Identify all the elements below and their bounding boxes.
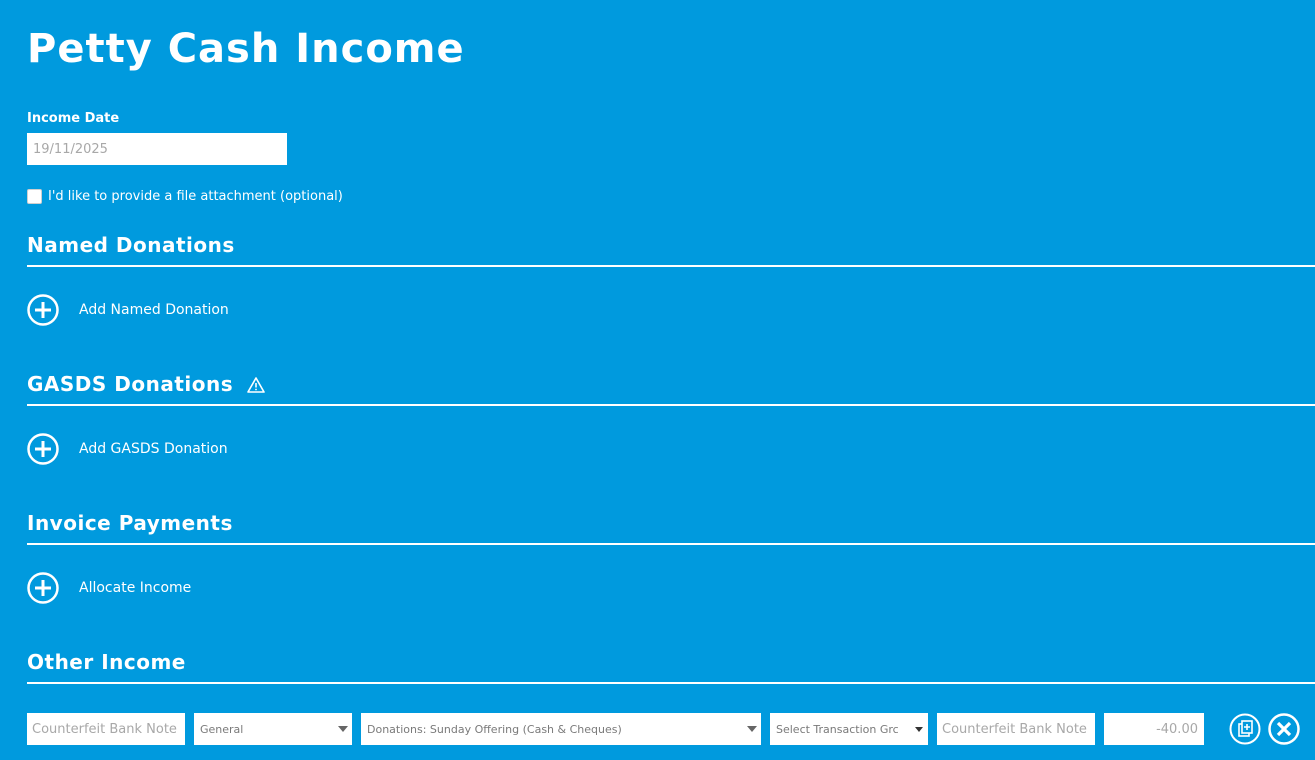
add-gasds-donation-label[interactable]: Add GASDS Donation [79,441,228,457]
section-divider [27,265,1315,267]
section-title-invoice-payments: Invoice Payments [27,511,233,535]
attachment-option[interactable]: I'd like to provide a file attachment (o… [27,187,343,205]
add-named-donation-button[interactable]: Add Named Donation [27,294,229,326]
fund-select[interactable]: General [194,713,352,745]
section-title-other-income: Other Income [27,650,186,674]
allocate-income-button[interactable]: Allocate Income [27,572,191,604]
category-select-value: Donations: Sunday Offering (Cash & Chequ… [367,722,622,736]
transaction-group-value: Select Transaction Grc [776,722,899,736]
plus-circle-icon[interactable] [27,572,59,604]
transaction-group-select[interactable]: Select Transaction Grc [770,713,928,745]
other-income-heading: Other Income [27,650,186,674]
named-donations-heading: Named Donations [27,233,235,257]
amount-input[interactable]: -40.00 [1104,713,1204,745]
description-input[interactable] [27,713,185,745]
section-divider [27,682,1315,684]
income-date-input[interactable] [27,133,287,165]
section-divider [27,543,1315,545]
reference-input[interactable] [937,713,1095,745]
chevron-down-icon [915,727,923,732]
gasds-donations-heading: GASDS Donations [27,372,234,396]
category-select[interactable]: Donations: Sunday Offering (Cash & Chequ… [361,713,761,745]
invoice-payments-heading: Invoice Payments [27,511,233,535]
chevron-down-icon [338,726,348,732]
warning-triangle-icon[interactable] [247,375,265,393]
add-named-donation-label[interactable]: Add Named Donation [79,302,229,318]
attachment-checkbox[interactable] [27,188,42,204]
plus-circle-icon[interactable] [27,433,59,465]
attachment-label: I'd like to provide a file attachment (o… [48,188,343,204]
allocate-income-label[interactable]: Allocate Income [79,580,191,596]
close-circle-icon[interactable] [1268,713,1300,745]
page-title: Petty Cash Income [27,26,465,72]
section-divider [27,404,1315,406]
plus-circle-icon[interactable] [27,294,59,326]
chevron-down-icon [747,726,757,732]
section-title-named-donations: Named Donations [27,233,235,257]
duplicate-icon[interactable] [1229,713,1261,745]
fund-select-value: General [200,722,244,736]
income-date-label: Income Date [27,111,120,126]
other-income-row: General Donations: Sunday Offering (Cash… [27,713,1300,745]
section-title-gasds-donations: GASDS Donations [27,372,265,396]
amount-value: -40.00 [1156,721,1198,737]
add-gasds-donation-button[interactable]: Add GASDS Donation [27,433,228,465]
